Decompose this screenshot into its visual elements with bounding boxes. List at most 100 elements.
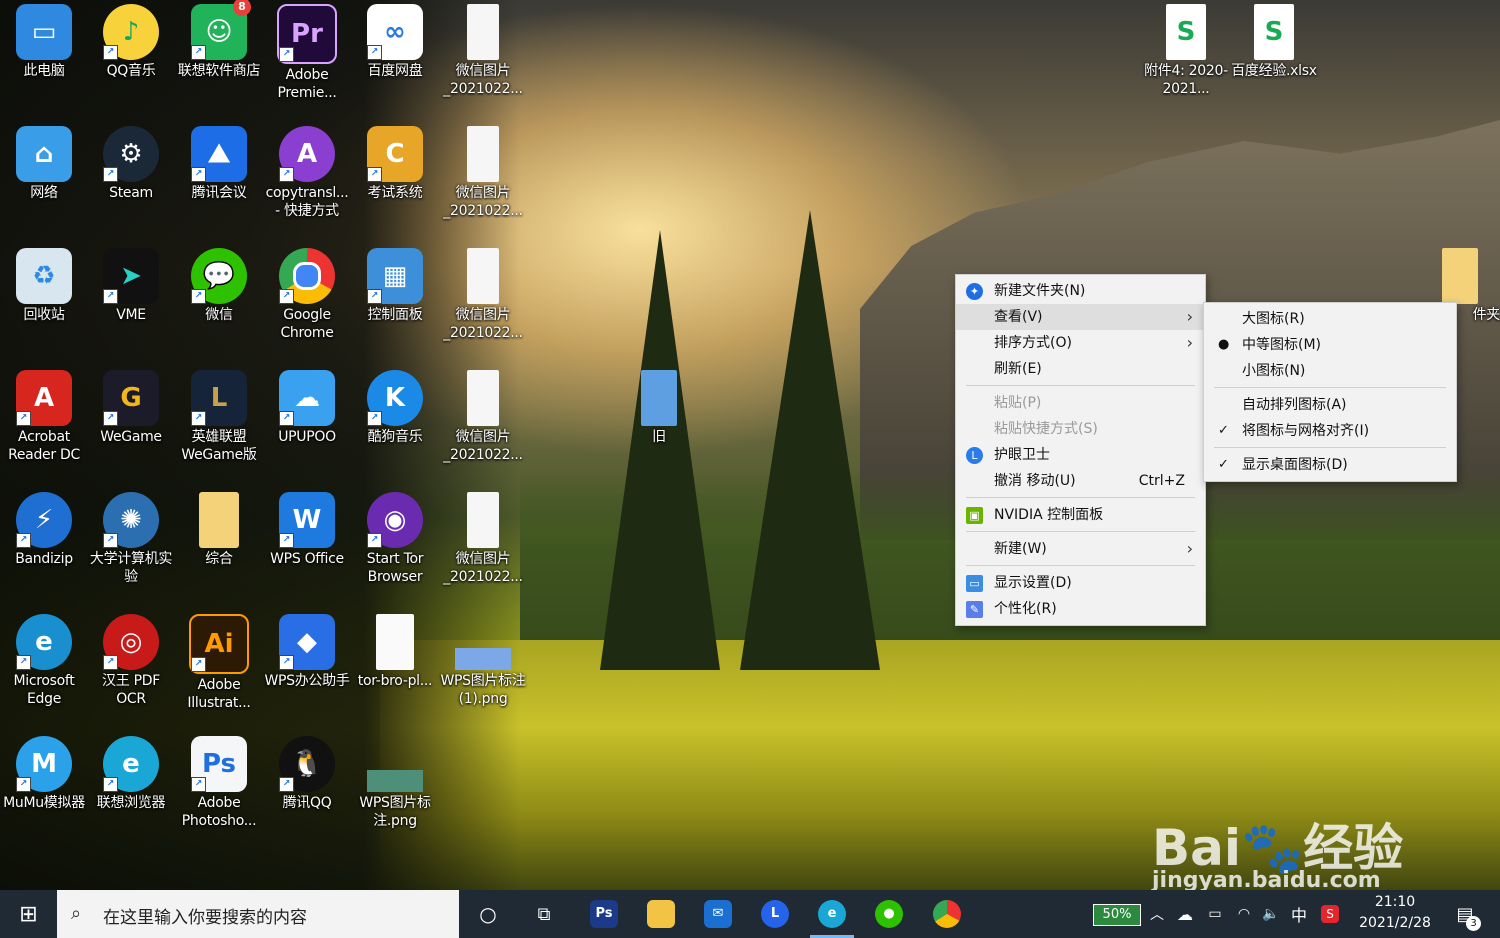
menu-item-personalize[interactable]: ✎ 个性化(R) [956, 596, 1205, 622]
shortcut-arrow-icon: ↗ [279, 411, 294, 426]
wegame-icon: G ↗ [103, 370, 159, 426]
desktop-icon-tor-file[interactable]: tor-bro-pl... [352, 614, 438, 690]
desktop-icon-photoshop[interactable]: Ps ↗ Adobe Photosho... [176, 736, 262, 830]
notification-center-button[interactable]: ▤ 3 [1450, 890, 1481, 938]
folder-icon [199, 492, 239, 548]
network-icon: ⌂ [16, 126, 72, 182]
shortcut-arrow-icon: ↗ [16, 777, 31, 792]
menu-item-eye-guard[interactable]: L 护眼卫士 [956, 442, 1205, 468]
desktop-icon-attach4[interactable]: S 附件4: 2020-2021... [1143, 4, 1229, 98]
desktop-icon-control-panel[interactable]: ▦ ↗ 控制面板 [352, 248, 438, 324]
submenu-item-large-icons[interactable]: 大图标(R) [1204, 306, 1456, 332]
taskbar-wechat-icon[interactable]: ● [875, 900, 903, 928]
taskbar-search-box[interactable]: ⌕ 在这里输入你要搜索的内容 [57, 890, 459, 938]
taskbar-chrome-icon[interactable] [933, 900, 961, 928]
desktop-icon-wegame[interactable]: G ↗ WeGame [88, 370, 174, 446]
menu-item-undo[interactable]: 撤消 移动(U) Ctrl+Z [956, 468, 1205, 494]
desktop-icon-wechat[interactable]: 💬 ↗ 微信 [176, 248, 262, 324]
menu-item-refresh[interactable]: 刷新(E) [956, 356, 1205, 382]
menu-item-new[interactable]: 新建(W) › [956, 536, 1205, 562]
baidu-watermark-url: jingyan.baidu.com [1152, 868, 1381, 890]
desktop-icon-tor[interactable]: ◉ ↗ Start Tor Browser [352, 492, 438, 586]
desktop-icon-wechat-img4[interactable]: 微信图片_2021022... [440, 370, 526, 464]
taskbar-file-explorer-icon[interactable] [647, 900, 675, 928]
wallpaper-pine-tree [600, 230, 720, 670]
battery-indicator[interactable]: 50% [1093, 904, 1141, 926]
desktop-icon-qq-music[interactable]: ♪ ↗ QQ音乐 [88, 4, 174, 80]
desktop-icon-wechat-img1[interactable]: 微信图片_2021022... [440, 4, 526, 98]
desktop-icon-wechat-img3[interactable]: 微信图片_2021022... [440, 248, 526, 342]
task-view-button[interactable]: ⧉ [528, 890, 560, 938]
battery-icon[interactable]: ▭ [1204, 890, 1226, 938]
wifi-icon[interactable]: ◠ [1233, 890, 1255, 938]
desktop-icon-baidu-pan[interactable]: ∞ ↗ 百度网盘 [352, 4, 438, 80]
desktop-icon-illustrator[interactable]: Ai ↗ Adobe Illustrat... [176, 614, 262, 712]
desktop-icon-lenovo-store[interactable]: ☺ 8 ↗ 联想软件商店 [176, 0, 262, 80]
submenu-item-show-icons[interactable]: ✓ 显示桌面图标(D) [1204, 452, 1456, 478]
desktop-icon-zonghe[interactable]: 综合 [176, 492, 262, 568]
cloud-icon[interactable]: ☁ [1174, 890, 1196, 938]
taskbar-mail-icon[interactable]: ✉ [704, 900, 732, 928]
taskbar-lenovo-browser-icon[interactable]: e [818, 900, 846, 928]
desktop-icon-edge[interactable]: e ↗ Microsoft Edge [1, 614, 87, 708]
menu-item-sort[interactable]: 排序方式(O) › [956, 330, 1205, 356]
tor-onion-icon: ◉ ↗ [367, 492, 423, 548]
ime-indicator[interactable]: 中 [1288, 890, 1310, 938]
menu-item-paste[interactable]: 粘贴(P) [956, 390, 1205, 416]
sogou-icon[interactable]: S [1318, 890, 1342, 938]
desktop-icon-tencent-qq[interactable]: 🐧 ↗ 腾讯QQ [264, 736, 350, 812]
desktop-icon-lol[interactable]: L ↗ 英雄联盟WeGame版 [176, 370, 262, 464]
taskbar-photoshop-icon[interactable]: Ps [590, 900, 618, 928]
desktop-icon-mumu[interactable]: M ↗ MuMu模拟器 [1, 736, 87, 812]
menu-divider [966, 531, 1195, 532]
desktop-icon-wps-assistant[interactable]: ◆ ↗ WPS办公助手 [264, 614, 350, 690]
radio-dot-icon: ● [1218, 337, 1230, 352]
menu-item-view[interactable]: 查看(V) › [956, 304, 1205, 330]
desktop-icon-wps-office[interactable]: W ↗ WPS Office [264, 492, 350, 568]
submenu-item-small-icons[interactable]: 小图标(N) [1204, 358, 1456, 384]
menu-item-new-folder[interactable]: ✦ 新建文件夹(N) [956, 278, 1205, 304]
menu-item-display-settings[interactable]: ▭ 显示设置(D) [956, 570, 1205, 596]
desktop-icon-lenovo-browser[interactable]: e ↗ 联想浏览器 [88, 736, 174, 812]
shopping-bag-icon: ☺ 8 ↗ [191, 0, 251, 60]
desktop-icon-network[interactable]: ⌂ 网络 [1, 126, 87, 202]
desktop-wallpaper[interactable]: ▭ 此电脑 ⌂ 网络 ♻ 回收站 A ↗ Acrobat Reader DC ⚡ ↗… [0, 0, 1500, 890]
image-thumbnail-icon [467, 126, 499, 182]
desktop-icon-baidu-xlsx[interactable]: S 百度经验.xlsx [1231, 4, 1317, 80]
desktop-icon-recycle-bin[interactable]: ♻ 回收站 [1, 248, 87, 324]
menu-item-paste-shortcut[interactable]: 粘贴快捷方式(S) [956, 416, 1205, 442]
desktop-icon-old-folder[interactable]: 旧 [616, 370, 702, 446]
desktop-icon-acrobat[interactable]: A ↗ Acrobat Reader DC [1, 370, 87, 464]
cortana-button[interactable]: ○ [472, 890, 504, 938]
mumu-icon: M ↗ [16, 736, 72, 792]
desktop-icon-wps-png1[interactable]: WPS图片标注(1).png [440, 614, 526, 708]
desktop-icon-upupoo[interactable]: ☁ ↗ UPUPOO [264, 370, 350, 446]
exam-system-icon: C ↗ [367, 126, 423, 182]
desktop-icon-premiere[interactable]: Pr ↗ Adobe Premie... [264, 4, 350, 102]
submenu-item-auto-arrange[interactable]: 自动排列图标(A) [1204, 392, 1456, 418]
desktop-icon-kugou[interactable]: K ↗ 酷狗音乐 [352, 370, 438, 446]
submenu-item-align-grid[interactable]: ✓ 将图标与网格对齐(I) [1204, 418, 1456, 444]
start-button[interactable]: ⊞ [0, 890, 57, 938]
desktop-icon-wps-png2[interactable]: WPS图片标注.png [352, 736, 438, 830]
menu-item-nvidia[interactable]: ▣ NVIDIA 控制面板 [956, 502, 1205, 528]
desktop-icon-chrome[interactable]: ↗ Google Chrome [264, 248, 350, 342]
image-thumbnail-icon [367, 770, 423, 792]
desktop-icon-wechat-img2[interactable]: 微信图片_2021022... [440, 126, 526, 220]
desktop-icon-college-computer[interactable]: ✺ ↗ 大学计算机实验 [88, 492, 174, 586]
desktop-icon-exam-system[interactable]: C ↗ 考试系统 [352, 126, 438, 202]
desktop-icon-this-pc[interactable]: ▭ 此电脑 [1, 4, 87, 80]
desktop-icon-copytrans[interactable]: A ↗ copytransl... - 快捷方式 [264, 126, 350, 220]
chevron-up-icon[interactable]: ︿ [1148, 890, 1166, 938]
taskbar-eye-guard-icon[interactable]: L [761, 900, 789, 928]
desktop-icon-vme[interactable]: ➤ ↗ VME [88, 248, 174, 324]
volume-icon[interactable]: 🔈 [1260, 890, 1282, 938]
desktop-icon-wechat-img5[interactable]: 微信图片_2021022... [440, 492, 526, 586]
desktop-icon-steam[interactable]: ⚙ ↗ Steam [88, 126, 174, 202]
submenu-item-medium-icons[interactable]: ● 中等图标(M) [1204, 332, 1456, 358]
desktop-icon-tencent-meeting[interactable]: ⛰ ↗ 腾讯会议 [176, 126, 262, 202]
notification-count-badge: 3 [1466, 916, 1481, 931]
taskbar-clock[interactable]: 21:10 2021/2/28 [1350, 892, 1440, 934]
desktop-icon-bandizip[interactable]: ⚡ ↗ Bandizip [1, 492, 87, 568]
desktop-icon-hanwang[interactable]: ◎ ↗ 汉王 PDF OCR [88, 614, 174, 708]
